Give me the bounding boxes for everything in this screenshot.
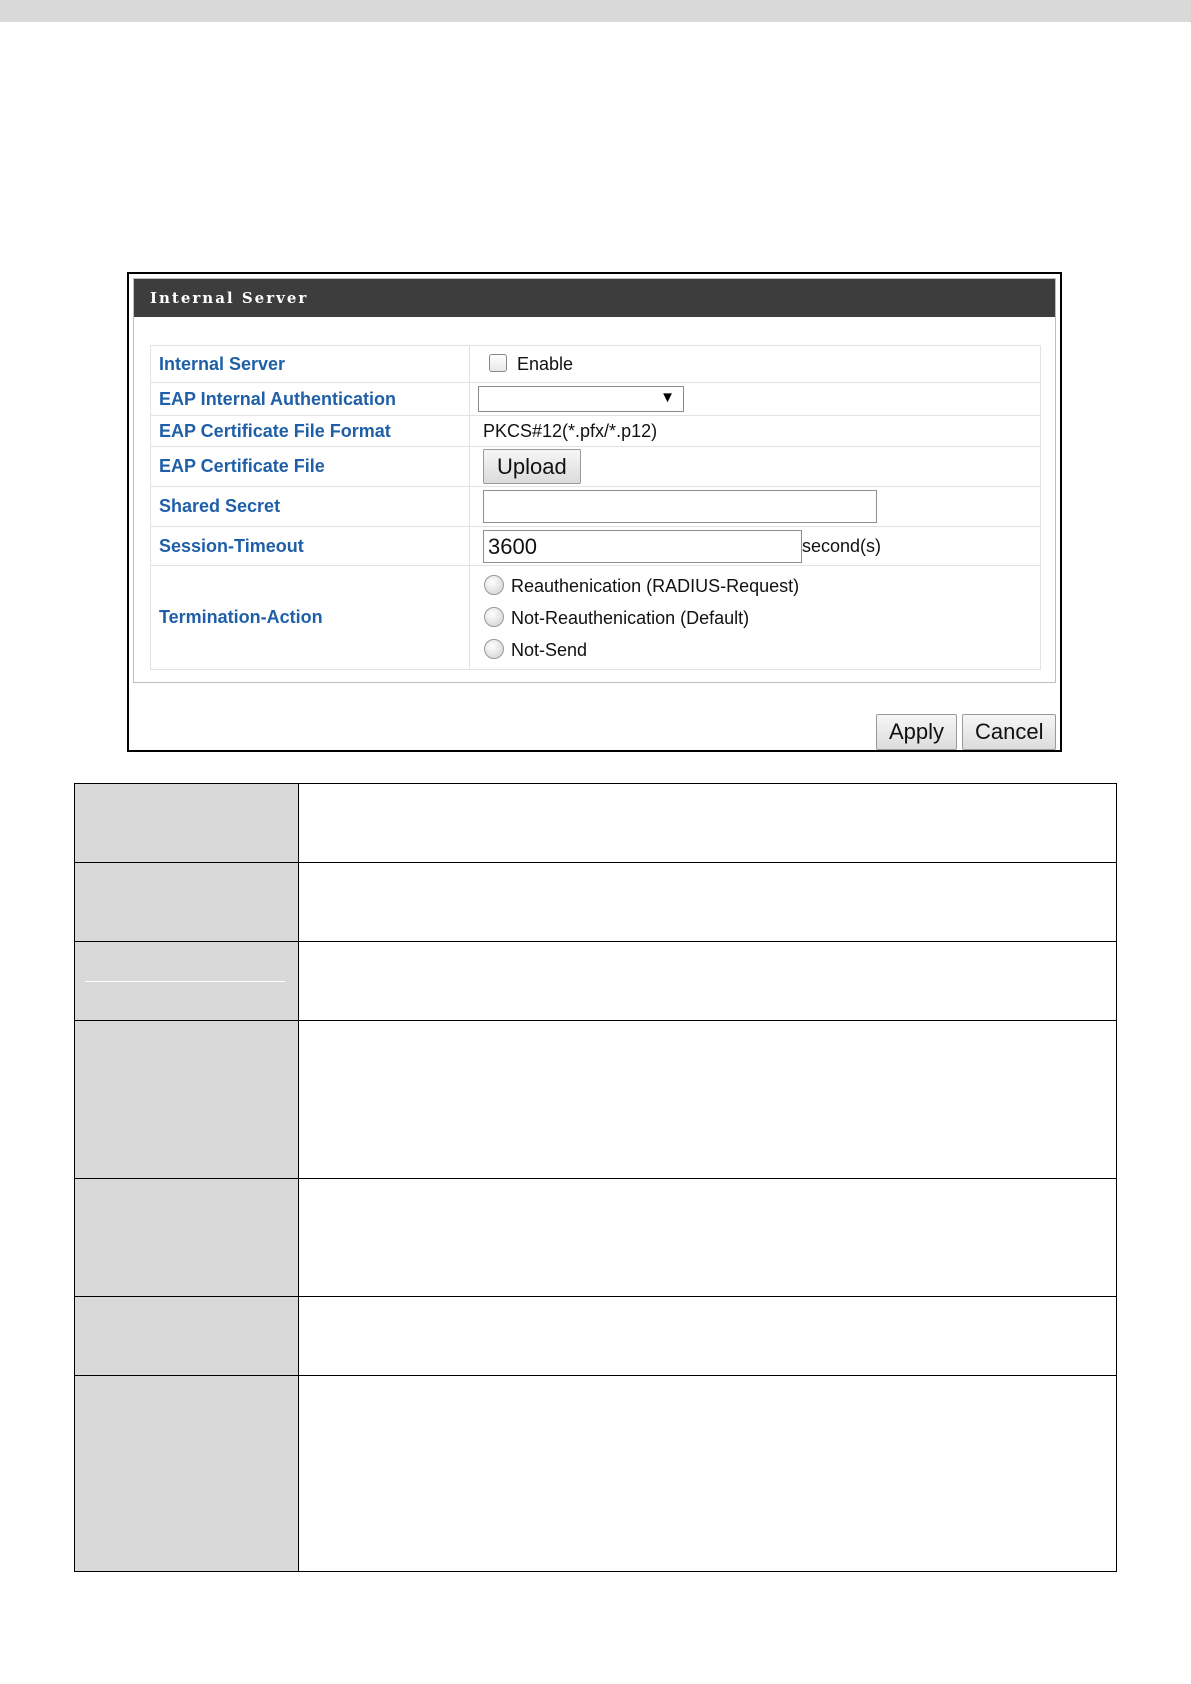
internal-server-screenshot: Internal Server Internal Server Enable E…	[127, 272, 1062, 752]
shared-secret-label: Shared Secret	[150, 486, 470, 527]
internal-server-panel: Internal Server Internal Server Enable E…	[133, 278, 1056, 683]
termination-option-not-send[interactable]: Not-Send	[470, 634, 1040, 666]
desc-row	[74, 1296, 1117, 1376]
settings-form: Internal Server Enable EAP Internal Auth…	[150, 345, 1041, 670]
enable-label: Enable	[517, 353, 574, 374]
desc-key-cell	[74, 941, 299, 1021]
form-row-session-timeout: Session-Timeout 3600 second(s)	[150, 526, 1041, 566]
desc-row	[74, 941, 1117, 1021]
apply-button[interactable]: Apply	[876, 714, 958, 750]
desc-key-cell	[74, 1020, 299, 1179]
form-row-termination-action: Termination-Action Reauthenication (RADI…	[150, 565, 1041, 670]
chevron-down-icon: ▼	[660, 389, 675, 406]
desc-row	[74, 1020, 1117, 1179]
session-timeout-input[interactable]: 3600	[483, 529, 802, 563]
desc-text-cell	[298, 1020, 1117, 1179]
desc-row	[74, 783, 1117, 863]
cancel-button[interactable]: Cancel	[962, 714, 1057, 750]
desc-key-cell	[74, 1375, 299, 1572]
desc-key-cell	[74, 783, 299, 863]
form-row-internal-server: Internal Server Enable	[150, 345, 1041, 383]
termination-option-reauth[interactable]: Reauthenication (RADIUS-Request)	[470, 570, 1040, 602]
not-reauth-radio[interactable]	[484, 606, 504, 627]
eap-cert-format-label: EAP Certificate File Format	[150, 415, 470, 447]
not-send-option-label: Not-Send	[511, 639, 588, 660]
description-table	[74, 783, 1117, 1572]
divider	[85, 980, 285, 982]
desc-text-cell	[298, 862, 1117, 942]
desc-key-cell	[74, 1178, 299, 1297]
eap-cert-format-value: PKCS#12(*.pfx/*.p12)	[469, 415, 1041, 447]
internal-server-label: Internal Server	[150, 345, 470, 383]
termination-action-label: Termination-Action	[150, 565, 470, 670]
desc-text-cell	[298, 941, 1117, 1021]
eap-internal-auth-label: EAP Internal Authentication	[150, 382, 470, 416]
desc-row	[74, 1178, 1117, 1297]
session-timeout-label: Session-Timeout	[150, 526, 470, 566]
form-row-cert-file: EAP Certificate File Upload	[150, 446, 1041, 487]
session-timeout-unit: second(s)	[802, 535, 882, 556]
page-top-strip	[0, 0, 1191, 22]
eap-cert-file-label: EAP Certificate File	[150, 446, 470, 487]
reauth-radio[interactable]	[484, 574, 504, 595]
form-row-shared-secret: Shared Secret	[150, 486, 1041, 527]
shared-secret-input[interactable]	[483, 490, 877, 523]
desc-text-cell	[298, 1375, 1117, 1572]
reauth-option-label: Reauthenication (RADIUS-Request)	[511, 575, 800, 596]
form-row-cert-format: EAP Certificate File Format PKCS#12(*.pf…	[150, 415, 1041, 447]
eap-internal-auth-select[interactable]: ▼	[478, 386, 684, 412]
desc-key-cell	[74, 862, 299, 942]
desc-row	[74, 862, 1117, 942]
desc-text-cell	[298, 1296, 1117, 1376]
desc-key-cell	[74, 1296, 299, 1376]
form-row-eap-internal-auth: EAP Internal Authentication ▼	[150, 382, 1041, 416]
desc-text-cell	[298, 783, 1117, 863]
enable-checkbox[interactable]	[489, 353, 507, 372]
not-send-radio[interactable]	[484, 638, 504, 659]
not-reauth-option-label: Not-Reauthenication (Default)	[511, 607, 750, 628]
panel-title: Internal Server	[134, 279, 1055, 317]
desc-row	[74, 1375, 1117, 1572]
termination-option-not-reauth[interactable]: Not-Reauthenication (Default)	[470, 602, 1040, 634]
desc-text-cell	[298, 1178, 1117, 1297]
upload-button[interactable]: Upload	[483, 449, 581, 484]
